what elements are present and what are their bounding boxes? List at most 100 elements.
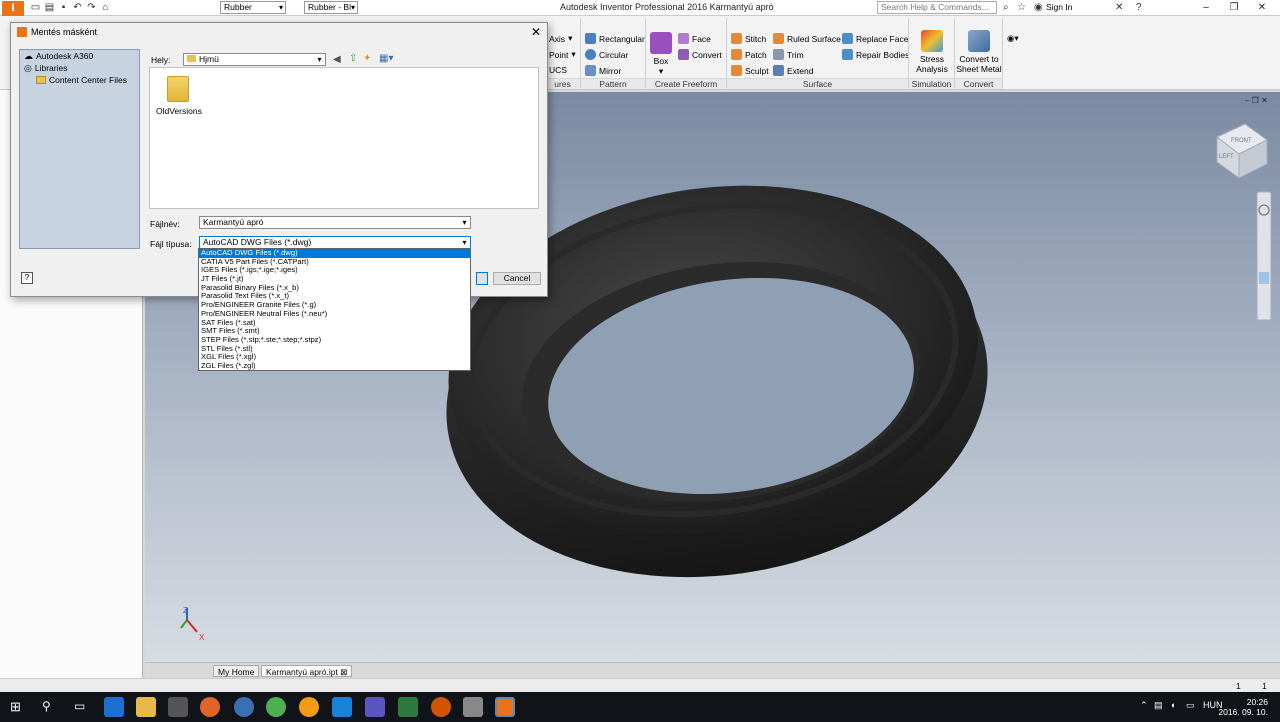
tab-my-home[interactable]: My Home [213,665,260,677]
convert-to-sheet-metal-button[interactable]: Convert to Sheet Metal [956,30,1002,74]
firefox-icon[interactable] [200,697,220,717]
tab-karmantyu-apro[interactable]: Karmantyú apró.ipt ⊠ [261,665,353,677]
place-autodesk-a360[interactable]: ☁ Autodesk A360 [20,50,139,62]
binoculars-icon[interactable]: ⌕ [1003,1,1009,14]
open-icon[interactable]: ▤ [44,2,55,13]
notification-icon[interactable]: ▭ [1186,700,1195,711]
filetype-option[interactable]: JT Files (*.jt) [199,275,470,284]
back-icon[interactable]: ◀ [333,54,341,65]
inventor-taskbar-icon[interactable] [495,697,515,717]
view-cube[interactable]: FRONT LEFT [1216,123,1268,179]
filetype-option[interactable]: ZGL Files (*.zgl) [199,362,470,371]
search-icon[interactable]: ⚲ [42,699,51,713]
stress-analysis-button[interactable]: Stress Analysis [913,30,951,74]
ucs-button[interactable]: UCS [549,65,567,75]
rectangular-pattern-button[interactable]: Rectangular [585,33,645,44]
place-content-center-files[interactable]: Content Center Files [20,74,139,86]
filetype-option[interactable]: STL Files (*.stl) [199,345,470,354]
filetype-label: Fájl típusa: [150,239,192,249]
filetype-option[interactable]: Pro/ENGINEER Neutral Files (*.neu*) [199,310,470,319]
ruled-surface-button[interactable]: Ruled Surface [773,33,841,44]
face-button[interactable]: Face [678,33,711,44]
save-icon[interactable]: ▪ [58,2,69,13]
tab-close-icon[interactable]: ⊠ [340,667,347,677]
help-icon[interactable]: ? [1136,1,1142,14]
new-folder-icon[interactable]: ✦ [363,53,371,64]
save-button[interactable] [476,272,488,285]
filetype-option[interactable]: SMT Files (*.smt) [199,327,470,336]
filetype-option[interactable]: AutoCAD DWG Files (*.dwg) [199,249,470,258]
sign-in-link[interactable]: Sign In [1046,2,1072,12]
point-button[interactable]: Point ▾ [549,49,576,60]
dropbox-icon[interactable] [332,697,352,717]
filetype-option[interactable]: Parasolid Binary Files (*.x_b) [199,284,470,293]
home-icon[interactable]: ⌂ [100,2,111,13]
box-button[interactable]: Box ▾ [650,32,672,76]
file-item-oldversions[interactable]: OldVersions [156,76,202,116]
firefox-dev-icon[interactable] [431,697,451,717]
redo-icon[interactable]: ↷ [86,2,97,13]
filetype-option[interactable]: SAT Files (*.sat) [199,319,470,328]
help-search-input[interactable]: Search Help & Commands... [877,1,997,14]
volume-icon[interactable]: ◖ [1170,700,1175,710]
inventor-logo-icon[interactable]: I [2,1,24,16]
orbit-icon[interactable] [1259,272,1269,284]
extend-button[interactable]: Extend [773,65,813,76]
maximize-button[interactable]: ❐ [1220,0,1248,16]
filetype-option[interactable]: IGES Files (*.igs;*.ige;*.iges) [199,266,470,275]
new-icon[interactable]: ▭ [30,2,41,13]
utorrent-icon[interactable] [266,697,286,717]
file-list[interactable]: OldVersions [149,67,539,209]
flash-icon[interactable] [299,697,319,717]
store-icon[interactable] [168,697,188,717]
material-select[interactable]: Rubber [220,1,286,14]
view-menu-icon[interactable]: ▦▾ [379,53,393,64]
thunderbird-icon[interactable] [234,697,254,717]
location-select[interactable]: Hjmü ▾ [183,53,326,66]
viewport-window-controls[interactable]: – ❐ ✕ [1245,96,1268,105]
undo-icon[interactable]: ↶ [72,2,83,13]
place-libraries[interactable]: ◎ Libraries [20,62,139,74]
circular-pattern-button[interactable]: Circular [585,49,628,60]
edge-icon[interactable] [104,697,124,717]
task-view-icon[interactable]: ▭ [74,699,85,713]
save-app-icon[interactable] [365,697,385,717]
trim-icon [773,49,784,60]
filetype-option[interactable]: Pro/ENGINEER Granite Files (*.g) [199,301,470,310]
appearance-select[interactable]: Rubber - Bl [304,1,358,14]
filetype-option[interactable]: Parasolid Text Files (*.x_t) [199,292,470,301]
stitch-button[interactable]: Stitch [731,33,766,44]
filetype-option[interactable]: XGL Files (*.xgl) [199,353,470,362]
close-window-button[interactable]: ✕ [1248,0,1276,16]
sculpt-button[interactable]: Sculpt [731,65,769,76]
convert-freeform-button[interactable]: Convert [678,49,722,60]
repair-bodies-button[interactable]: Repair Bodies [842,49,909,60]
help-button[interactable]: ? [21,272,33,284]
up-folder-icon[interactable]: ⇧ [349,53,357,64]
system-clock[interactable]: 20:26 2016. 09. 10. [1218,697,1268,717]
filetype-dropdown-list[interactable]: AutoCAD DWG Files (*.dwg) CATIA V5 Part … [198,248,471,371]
mirror-button[interactable]: Mirror [585,65,621,76]
star-icon[interactable]: ☆ [1017,1,1026,14]
photos-icon[interactable] [398,697,418,717]
replace-face-button[interactable]: Replace Face [842,33,908,44]
filetype-option[interactable]: CATIA V5 Part Files (*.CATPart) [199,258,470,267]
ribbon-options-button[interactable]: ◉▾ [1007,33,1019,44]
patch-button[interactable]: Patch [731,49,767,60]
cancel-button[interactable]: Cancel [493,272,541,285]
dialog-close-button[interactable]: ✕ [531,25,541,39]
tray-chevron-icon[interactable]: ⌃ [1140,700,1148,711]
minimize-button[interactable]: – [1192,0,1220,16]
exchange-icon[interactable]: ✕ [1115,1,1123,14]
trim-button[interactable]: Trim [773,49,804,60]
axis-button[interactable]: Axis ▾ [549,33,572,44]
navigation-bar[interactable] [1256,191,1272,321]
file-explorer-icon[interactable] [136,697,156,717]
network-icon[interactable]: ▤ [1154,700,1163,711]
work-features-panel-label: ures [545,78,580,89]
filetype-option[interactable]: STEP Files (*.stp;*.ste;*.step;*.stpz) [199,336,470,345]
surface-panel-label: Surface [727,78,908,89]
filename-input[interactable]: Karmantyú apró ▾ [199,216,471,229]
settings-app-icon[interactable] [463,697,483,717]
windows-start-icon[interactable]: ⊞ [10,699,21,715]
